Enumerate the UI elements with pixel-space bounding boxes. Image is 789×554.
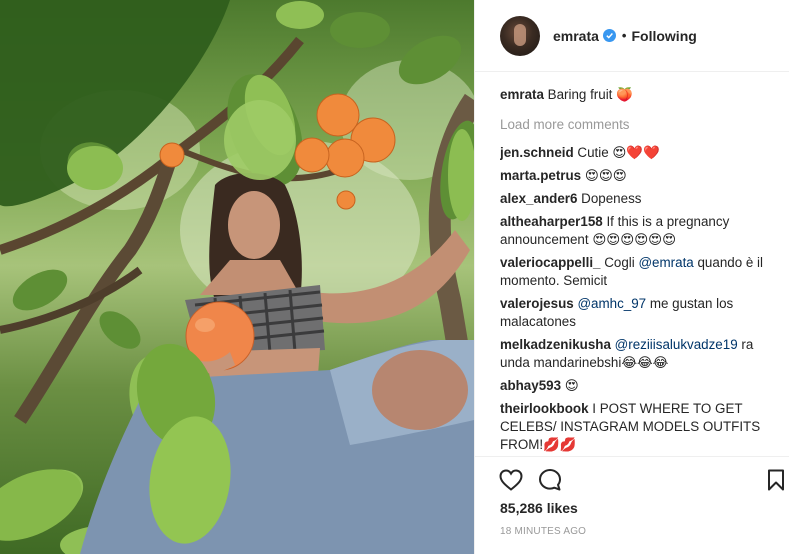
verified-badge-icon xyxy=(602,29,616,42)
header-separator: • xyxy=(621,28,627,43)
following-button[interactable]: Following xyxy=(631,28,696,44)
comment-mention-link[interactable]: @amhc_97 xyxy=(577,296,646,311)
post-timestamp[interactable]: 18 MINUTES AGO xyxy=(500,526,586,537)
list-item: alex_ander6 Dopeness xyxy=(500,190,770,208)
caption-text: Baring fruit 🍑 xyxy=(547,87,633,102)
caption: emrata Baring fruit 🍑 xyxy=(500,86,770,104)
list-item: abhay593 😍 xyxy=(500,377,770,395)
list-item: theirlookbook I POST WHERE TO GET CELEBS… xyxy=(500,400,770,454)
comment-username[interactable]: altheaharper158 xyxy=(500,214,603,229)
author-avatar[interactable] xyxy=(500,15,540,56)
list-item: marta.petrus 😍😍😍 xyxy=(500,167,770,185)
comment-username[interactable]: abhay593 xyxy=(500,378,561,393)
comment-text: Cutie 😍❤️❤️ xyxy=(577,145,660,160)
comment-username[interactable]: melkadzenikusha xyxy=(500,337,611,352)
comment-username[interactable]: valerojesus xyxy=(500,296,574,311)
list-item: valeriocappelli_ Cogli @emrata quando è … xyxy=(500,254,770,290)
comment-username[interactable]: valeriocappelli_ xyxy=(500,255,600,270)
load-more-comments-link[interactable]: Load more comments xyxy=(500,116,770,134)
speech-bubble-icon[interactable] xyxy=(537,467,563,493)
post-side-panel: emrata • Following emrata Baring fruit 🍑… xyxy=(474,0,789,554)
comment-text: Dopeness xyxy=(581,191,642,206)
comment-username[interactable]: jen.schneid xyxy=(500,145,574,160)
list-item: melkadzenikusha @reziiisalukvadze19 ra u… xyxy=(500,336,770,372)
comment-username[interactable]: alex_ander6 xyxy=(500,191,577,206)
comments-list: emrata Baring fruit 🍑 Load more comments… xyxy=(500,86,770,456)
comment-text: 😍 xyxy=(564,378,579,393)
comment-text-prefix: Cogli xyxy=(604,255,639,270)
heart-outline-icon[interactable] xyxy=(498,467,524,493)
comment-text: 😍😍😍 xyxy=(584,168,627,183)
comment-username[interactable]: marta.petrus xyxy=(500,168,581,183)
photo-illustration xyxy=(0,0,474,554)
comment-username[interactable]: emrata xyxy=(500,87,544,102)
list-item: jen.schneid Cutie 😍❤️❤️ xyxy=(500,144,770,162)
comment-mention-link[interactable]: @reziiisalukvadze19 xyxy=(615,337,738,352)
bookmark-icon[interactable] xyxy=(763,467,789,493)
instagram-post: emrata • Following emrata Baring fruit 🍑… xyxy=(0,0,789,554)
post-header: emrata • Following xyxy=(475,0,789,72)
post-actions: 85,286 likes 18 MINUTES AGO xyxy=(475,456,789,554)
author-username[interactable]: emrata xyxy=(553,28,599,44)
likes-count[interactable]: 85,286 likes xyxy=(500,500,578,516)
post-photo[interactable] xyxy=(0,0,474,554)
list-item: valerojesus @amhc_97 me gustan los malac… xyxy=(500,295,770,331)
list-item: altheaharper158 If this is a pregnancy a… xyxy=(500,213,770,249)
comment-username[interactable]: theirlookbook xyxy=(500,401,589,416)
comment-mention-link[interactable]: @emrata xyxy=(638,255,693,270)
